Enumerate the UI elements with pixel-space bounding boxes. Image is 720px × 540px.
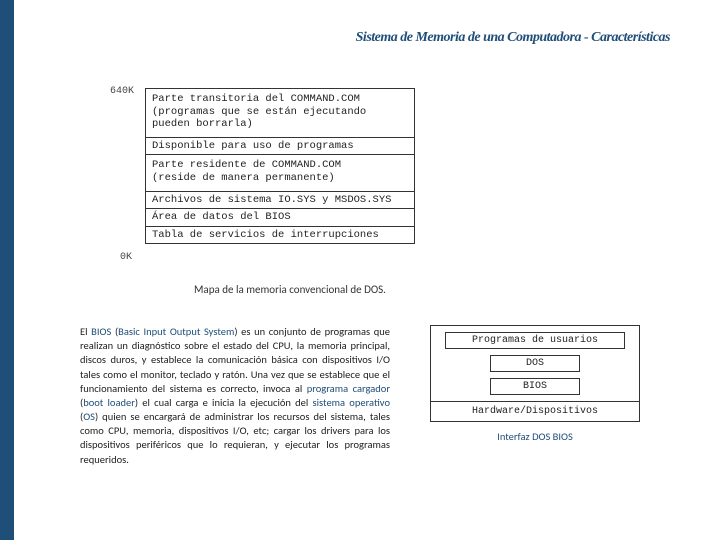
mem-row-command-transient: Parte transitoria del COMMAND.COM (progr… xyxy=(146,89,414,138)
mem-top-label: 640K xyxy=(110,86,134,97)
mem-row-biosdata: Área de datos del BIOS xyxy=(146,209,414,227)
text-run: ) el cual carga e inicia la ejecución de… xyxy=(135,396,313,409)
mem-cell-text: pueden borrarla) xyxy=(152,118,408,131)
layer-figure: Programas de usuarios DOS BIOS Hardware/… xyxy=(420,325,650,443)
mem-row-available: Disponible para uso de programas xyxy=(146,138,414,156)
memory-stack: Parte transitoria del COMMAND.COM (progr… xyxy=(145,88,415,244)
side-accent xyxy=(0,0,14,540)
layer-hardware: Hardware/Dispositivos xyxy=(430,401,640,422)
page-title: Sistema de Memoria de una Computadora - … xyxy=(356,30,670,46)
layer-dos: DOS xyxy=(490,355,580,372)
layer-outer-box: Programas de usuarios DOS BIOS xyxy=(430,325,640,402)
term-bootloader-es: programa cargador xyxy=(307,382,390,395)
layer-bios: BIOS xyxy=(490,378,580,395)
term-os-en: OS xyxy=(83,410,95,423)
text-run: El xyxy=(80,325,91,338)
mem-row-command-resident: Parte residente de COMMAND.COM (reside d… xyxy=(146,155,414,191)
layer-user-programs: Programas de usuarios xyxy=(445,332,625,349)
mem-cell-text: Parte transitoria del COMMAND.COM xyxy=(152,93,408,106)
mem-bot-label: 0K xyxy=(120,252,132,263)
memory-map-caption: Mapa de la memoria convencional de DOS. xyxy=(160,283,420,296)
mem-cell-text: (reside de manera permanente) xyxy=(152,172,408,185)
mem-cell-text: (programas que se están ejecutando xyxy=(152,106,408,119)
term-os-es: sistema operativo xyxy=(313,396,390,409)
term-bios-long: Basic Input Output System xyxy=(118,325,234,338)
layer-stack: Programas de usuarios DOS BIOS Hardware/… xyxy=(430,325,640,422)
layer-caption: Interfaz DOS BIOS xyxy=(420,430,650,443)
text-run: ) quien se encargará de administrar los … xyxy=(80,410,390,466)
term-bootloader-en: boot loader xyxy=(83,396,135,409)
mem-row-sysfiles: Archivos de sistema IO.SYS y MSDOS.SYS xyxy=(146,192,414,210)
term-bios: BIOS xyxy=(91,325,111,338)
mem-row-ivt: Tabla de servicios de interrupciones xyxy=(146,227,414,244)
mem-cell-text: Parte residente de COMMAND.COM xyxy=(152,159,408,172)
bios-paragraph: El BIOS (Basic Input Output System) es u… xyxy=(80,325,390,467)
